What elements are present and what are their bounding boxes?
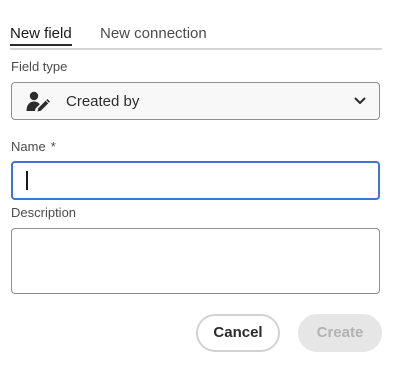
name-input[interactable] [11, 161, 380, 200]
field-type-value: Created by [66, 93, 140, 110]
chevron-down-icon [354, 97, 366, 104]
user-edit-icon [26, 91, 50, 112]
selected-tab-indicator [10, 44, 72, 46]
cancel-button[interactable]: Cancel [196, 314, 280, 352]
create-button[interactable]: Create [298, 314, 382, 352]
new-field-dialog: New field New connection Field type Crea… [0, 0, 408, 371]
text-cursor [26, 171, 28, 190]
description-textarea[interactable] [11, 228, 380, 294]
tab-new-field-label: New field [10, 25, 72, 42]
required-asterisk: * [50, 139, 56, 154]
name-label-row: Name * [11, 139, 56, 155]
field-type-label: Field type [11, 59, 68, 74]
description-label: Description [11, 205, 77, 220]
name-label: Name [11, 139, 46, 154]
tab-new-connection-label: New connection [100, 25, 207, 42]
tab-list: New field New connection [10, 18, 382, 50]
tab-new-connection[interactable]: New connection [100, 24, 207, 44]
tab-new-field[interactable]: New field [10, 24, 72, 46]
field-type-picker[interactable]: Created by [11, 82, 380, 120]
